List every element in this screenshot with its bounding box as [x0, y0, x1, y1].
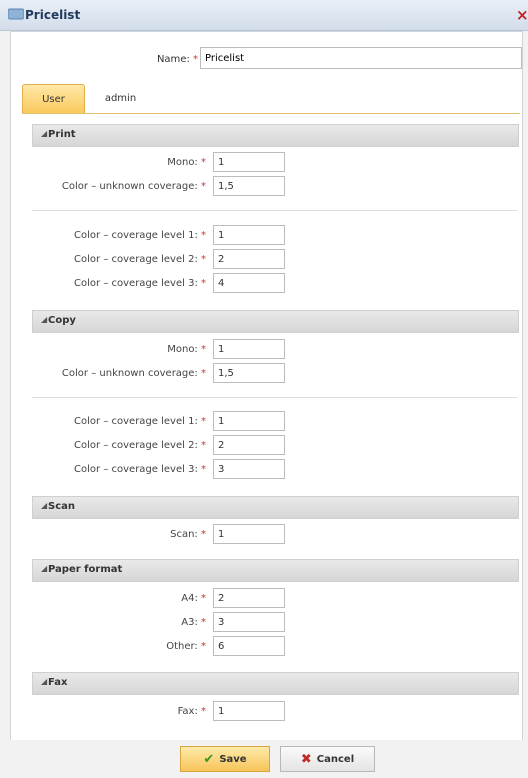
print-mono-label: Mono: * [167, 157, 206, 168]
copy-level1-label: Color – coverage level 1: * [74, 416, 206, 427]
cancel-label: Cancel [316, 753, 355, 765]
pricelist-icon [8, 8, 24, 20]
fax-label: Fax: * [177, 706, 206, 717]
cancel-button[interactable]: ✖ Cancel [280, 746, 375, 772]
fax-input[interactable] [213, 701, 285, 721]
name-label: Name: * [156, 54, 198, 65]
section-title: Scan [48, 501, 75, 512]
tab-user[interactable]: User [22, 84, 85, 114]
collapse-arrow-icon: ◢ [41, 129, 48, 138]
paper-other-input[interactable] [213, 636, 285, 656]
print-level3-input[interactable] [213, 273, 285, 293]
tab-divider [22, 113, 520, 114]
check-icon: ✔ [203, 751, 215, 767]
copy-color-unknown-label: Color – unknown coverage: * [61, 368, 206, 379]
print-color-unknown-label: Color – unknown coverage: * [61, 181, 206, 192]
divider [32, 210, 517, 211]
tab-admin[interactable]: admin [98, 84, 143, 113]
collapse-arrow-icon: ◢ [41, 677, 48, 686]
copy-level2-label: Color – coverage level 2: * [74, 440, 206, 451]
copy-level3-label: Color – coverage level 3: * [74, 464, 206, 475]
paper-a3-input[interactable] [213, 612, 285, 632]
scan-label: Scan: * [170, 529, 206, 540]
copy-level3-input[interactable] [213, 459, 285, 479]
section-print-header[interactable]: ◢ Print [32, 124, 519, 147]
copy-level1-input[interactable] [213, 411, 285, 431]
collapse-arrow-icon: ◢ [41, 315, 48, 324]
save-button[interactable]: ✔ Save [180, 746, 270, 772]
copy-mono-input[interactable] [213, 339, 285, 359]
collapse-arrow-icon: ◢ [41, 501, 48, 510]
paper-a3-label: A3: * [181, 617, 206, 628]
cancel-x-icon: ✖ [300, 751, 312, 767]
section-title: Paper format [48, 564, 123, 575]
save-label: Save [219, 753, 247, 765]
section-scan-header[interactable]: ◢ Scan [32, 496, 519, 519]
collapse-arrow-icon: ◢ [41, 564, 48, 573]
section-copy-header[interactable]: ◢ Copy [32, 310, 519, 333]
paper-other-label: Other: * [166, 641, 206, 652]
name-input[interactable] [200, 47, 522, 69]
copy-color-unknown-input[interactable] [213, 363, 285, 383]
close-icon[interactable]: × [516, 5, 528, 25]
section-paper-format-header[interactable]: ◢ Paper format [32, 559, 519, 582]
print-level2-input[interactable] [213, 249, 285, 269]
paper-a4-input[interactable] [213, 588, 285, 608]
section-title: Print [48, 129, 76, 140]
print-level3-label: Color – coverage level 3: * [74, 278, 206, 289]
paper-a4-label: A4: * [181, 593, 206, 604]
print-level2-label: Color – coverage level 2: * [74, 254, 206, 265]
scan-input[interactable] [213, 524, 285, 544]
window-title: Pricelist [25, 8, 81, 22]
print-mono-input[interactable] [213, 152, 285, 172]
section-title: Copy [48, 315, 76, 326]
print-level1-input[interactable] [213, 225, 285, 245]
print-color-unknown-input[interactable] [213, 176, 285, 196]
section-title: Fax [48, 677, 68, 688]
divider [32, 397, 517, 398]
section-fax-header[interactable]: ◢ Fax [32, 672, 519, 695]
print-level1-label: Color – coverage level 1: * [74, 230, 206, 241]
copy-mono-label: Mono: * [167, 344, 206, 355]
copy-level2-input[interactable] [213, 435, 285, 455]
title-bar: Pricelist × [0, 0, 528, 31]
